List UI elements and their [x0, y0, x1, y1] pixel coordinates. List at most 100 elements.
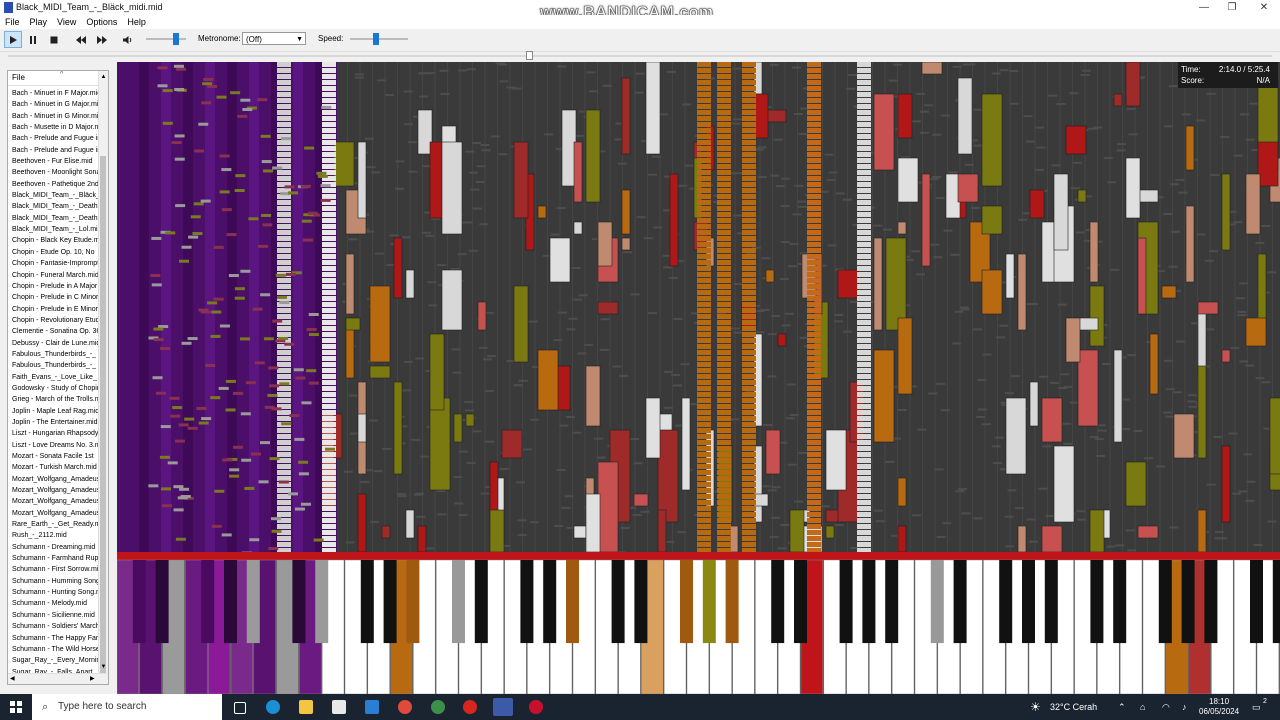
file-list-item[interactable]: Black_MIDI_Team_-_Death — [8, 201, 100, 212]
file-list-item[interactable]: Fabulous_Thunderbirds_-_ — [8, 349, 100, 360]
file-list-item[interactable]: Schumann - Hunting Song.mid — [8, 587, 100, 598]
file-list-item[interactable]: Schumann - The Wild Horseman — [8, 644, 100, 655]
file-list-item[interactable]: Rare_Earth_-_Get_Ready.mid — [8, 519, 100, 530]
taskbar-search-box[interactable]: ⌕ Type here to search — [32, 694, 222, 720]
speed-slider[interactable] — [350, 33, 408, 45]
file-list-item[interactable]: Clementie - Sonatina Op. 36 — [8, 326, 100, 337]
menu-options[interactable]: Options — [81, 15, 122, 28]
piano-app-icon[interactable] — [493, 698, 513, 716]
file-list-item[interactable]: Chopin - Etude Op. 10, No — [8, 247, 100, 258]
file-list-item[interactable]: Beethoven - Moonlight Sonata — [8, 167, 100, 178]
file-list-item[interactable]: Sugar_Ray_-_Every_Morning — [8, 655, 100, 666]
network-icon[interactable]: ⌂ — [1140, 694, 1145, 720]
rewind-button[interactable] — [72, 31, 90, 48]
file-list-item[interactable]: Godowsky - Study of Chopin — [8, 383, 100, 394]
playback-position-thumb[interactable] — [526, 51, 534, 60]
opera-icon[interactable] — [463, 700, 477, 714]
wifi-icon[interactable]: ◠ — [1162, 694, 1170, 720]
chrome-profile-icon[interactable] — [431, 700, 445, 714]
file-list-item[interactable]: Mozart - Sonata Facile 1st — [8, 451, 100, 462]
weather-text[interactable]: 32°C Cerah — [1050, 694, 1097, 720]
file-list-item[interactable]: Black_MIDI_Team_-_Lol.mid — [8, 224, 100, 235]
file-list-item[interactable]: Debussy - Clair de Lune.mid — [8, 338, 100, 349]
file-list-item[interactable]: Chopin - Funeral March.mid — [8, 270, 100, 281]
menu-file[interactable]: File — [0, 15, 25, 28]
file-list-item[interactable]: Bach - Minuet in F Major.mid — [8, 88, 100, 99]
file-list-item[interactable]: Mozart_Wolfgang_Amadeus — [8, 496, 100, 507]
file-list-item[interactable]: Grieg - March of the Trolls.mid — [8, 394, 100, 405]
maximize-button[interactable]: ❐ — [1216, 0, 1248, 15]
file-list-item[interactable]: Black_MIDI_Team_-_Bläck_midi — [8, 190, 100, 201]
chrome-icon[interactable] — [398, 700, 412, 714]
file-list-item[interactable]: Bach - Minuet in G Major.mid — [8, 99, 100, 110]
scrollbar-thumb[interactable] — [100, 156, 106, 676]
file-explorer-icon[interactable] — [299, 700, 313, 714]
file-list-item[interactable]: Schumann - Soldiers' March — [8, 621, 100, 632]
volume-slider-thumb[interactable] — [173, 33, 180, 45]
stop-button[interactable] — [45, 31, 63, 48]
file-list-item[interactable]: Beethoven - Pathetique 2nd — [8, 179, 100, 190]
file-list-item[interactable]: Fabulous_Thunderbirds_-_ — [8, 360, 100, 371]
file-list-item[interactable]: Schumann - Farmhand Rupert — [8, 553, 100, 564]
store-icon[interactable] — [332, 700, 346, 714]
metronome-select[interactable]: (Off) ▼ — [242, 32, 306, 45]
file-list-item[interactable]: Beethoven - Fur Elise.mid — [8, 156, 100, 167]
file-list-item[interactable]: Chopin - Prelude in A Major — [8, 281, 100, 292]
menu-view[interactable]: View — [52, 15, 81, 28]
pause-button[interactable] — [24, 31, 42, 48]
file-list-item[interactable]: Joplin - Maple Leaf Rag.mid — [8, 406, 100, 417]
scroll-down-icon[interactable]: ▼ — [99, 663, 108, 672]
file-list-item[interactable]: Bach - Prelude and Fugue in — [8, 145, 100, 156]
edge-icon[interactable] — [266, 700, 280, 714]
task-view-icon[interactable] — [234, 702, 246, 714]
file-list-item[interactable]: Schumann - Sicilienne.mid — [8, 610, 100, 621]
fast-forward-button[interactable] — [93, 31, 111, 48]
file-list-vertical-scrollbar[interactable]: ▲ ▼ — [98, 71, 108, 684]
file-list-item[interactable]: Liszt - Hungarian Rhapsody — [8, 428, 100, 439]
file-list-item[interactable]: Faith_Evans_-_Love_Like_ — [8, 372, 100, 383]
playback-position-slider[interactable] — [8, 51, 1272, 60]
start-button[interactable] — [10, 701, 22, 713]
file-list-item[interactable]: Schumann - First Sorrow.mid — [8, 564, 100, 575]
file-list-item[interactable]: Mozart_Wolfgang_Amadeus — [8, 508, 100, 519]
menu-play[interactable]: Play — [25, 15, 53, 28]
file-list-item[interactable]: Mozart_Wolfgang_Amadeus — [8, 474, 100, 485]
menu-help[interactable]: Help — [122, 15, 151, 28]
tray-chevron-icon[interactable]: ⌃ — [1118, 694, 1126, 720]
file-list-item[interactable]: Schumann - Melody.mid — [8, 598, 100, 609]
volume-slider[interactable] — [146, 33, 186, 45]
bandicam-icon[interactable] — [529, 700, 543, 714]
speed-label: Speed: — [318, 34, 344, 43]
mail-icon[interactable] — [365, 700, 379, 714]
file-list-item[interactable]: Mozart_Wolfgang_Amadeus — [8, 485, 100, 496]
file-list-item[interactable]: Chopin - Prelude in C Minor — [8, 292, 100, 303]
mute-button[interactable] — [119, 31, 137, 48]
file-list-item[interactable]: Chopin - Black Key Etude.mid — [8, 235, 100, 246]
file-list-item[interactable]: Bach - Minuet in G Minor.mid — [8, 111, 100, 122]
file-list-item[interactable]: Mozart - Turkish March.mid — [8, 462, 100, 473]
speaker-icon[interactable]: ♪ — [1182, 694, 1187, 720]
file-column-header[interactable]: File ^ — [8, 71, 108, 86]
file-list-item[interactable]: Chopin - Revolutionary Etude — [8, 315, 100, 326]
file-list-item[interactable]: Chopin - Prelude in E Minor — [8, 304, 100, 315]
clock[interactable]: 18:10 06/05/2024 — [1199, 697, 1239, 717]
file-list-horizontal-scrollbar[interactable]: ◀ ▶ — [8, 673, 108, 684]
file-list-item[interactable]: Bach - Musette in D Major.mid — [8, 122, 100, 133]
file-list-item[interactable]: Liszt - Love Dreams No. 3.mid — [8, 440, 100, 451]
file-list-item[interactable]: Schumann - Humming Song.mid — [8, 576, 100, 587]
title-bar: Black_MIDI_Team_-_Bläck_midi.mid www.BAN… — [0, 0, 1280, 21]
file-list-item[interactable]: Schumann - Dreaming.mid — [8, 542, 100, 553]
scroll-up-icon[interactable]: ▲ — [99, 73, 108, 82]
play-button[interactable] — [4, 31, 22, 48]
file-list-item[interactable]: Rush_-_2112.mid — [8, 530, 100, 541]
file-list-item[interactable]: Schumann - The Happy Farmer — [8, 633, 100, 644]
scroll-left-icon[interactable]: ◀ — [10, 675, 15, 682]
speed-slider-thumb[interactable] — [373, 33, 380, 45]
file-list-item[interactable]: Chopin - Fantasie-Impromptu — [8, 258, 100, 269]
close-button[interactable]: ✕ — [1248, 0, 1280, 15]
file-list-item[interactable]: Black_MIDI_Team_-_Death — [8, 213, 100, 224]
file-list-item[interactable]: Joplin - The Entertainer.mid — [8, 417, 100, 428]
scroll-right-icon[interactable]: ▶ — [90, 675, 95, 682]
notification-icon[interactable]: ▭ — [1252, 694, 1261, 720]
file-list-item[interactable]: Bach - Prelude and Fugue in — [8, 133, 100, 144]
